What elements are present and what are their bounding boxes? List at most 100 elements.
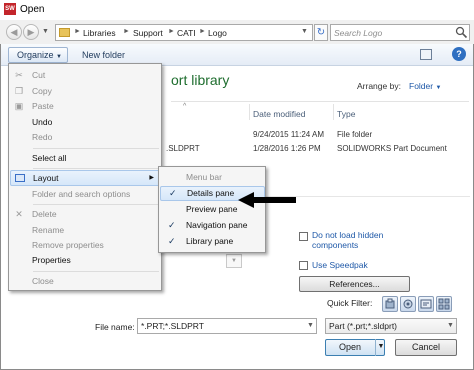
back-button[interactable]: ◀ bbox=[6, 24, 22, 40]
menu-item-label: Paste bbox=[32, 101, 54, 111]
menu-item-label: Redo bbox=[32, 132, 53, 142]
filter-drawings-icon[interactable] bbox=[418, 296, 434, 312]
chevron-down-icon: ▼ bbox=[435, 85, 442, 91]
menu-item-label: Remove properties bbox=[32, 240, 104, 250]
menu-item-select-all[interactable]: Select all bbox=[10, 150, 161, 166]
open-label: Open bbox=[338, 342, 362, 352]
column-header-type[interactable]: Type bbox=[337, 109, 355, 119]
column-header-date-modified[interactable]: Date modified bbox=[253, 109, 305, 119]
menu-item-label: Select all bbox=[32, 153, 67, 163]
search-input[interactable]: Search Logo bbox=[330, 24, 470, 41]
new-folder-button[interactable]: New folder bbox=[82, 50, 125, 60]
chevron-right-icon: ▶ bbox=[149, 175, 154, 181]
address-dropdown-icon[interactable]: ▼ bbox=[301, 28, 308, 35]
organize-button[interactable]: Organize ▼ bbox=[8, 47, 68, 63]
menu-item-cut[interactable]: ✂ Cut bbox=[10, 67, 161, 83]
search-icon[interactable] bbox=[455, 26, 468, 39]
checkmark-icon: ✓ bbox=[169, 188, 177, 198]
chevron-down-icon: ▼ bbox=[56, 54, 62, 60]
file-name-input[interactable]: *.PRT;*.SLDPRT bbox=[137, 318, 317, 334]
chevron-right-icon: ► bbox=[74, 28, 81, 35]
arrange-by-dropdown[interactable]: Folder ▼ bbox=[409, 81, 441, 91]
breadcrumb-support[interactable]: Support bbox=[133, 28, 163, 38]
display-state-dropdown[interactable]: ▼ bbox=[226, 254, 242, 268]
chevron-right-icon: ► bbox=[123, 28, 130, 35]
title-bar bbox=[0, 0, 474, 20]
menu-separator bbox=[33, 168, 159, 169]
folder-icon bbox=[59, 28, 70, 37]
open-options-dropdown[interactable]: ▼ bbox=[375, 339, 386, 356]
menu-item-undo[interactable]: Undo bbox=[10, 114, 161, 130]
menu-item-label: Copy bbox=[32, 86, 52, 96]
checkmark-icon: ✓ bbox=[168, 220, 176, 230]
address-bar[interactable]: ► Libraries ► Support ► CATI ► Logo bbox=[55, 24, 313, 41]
breadcrumb-logo[interactable]: Logo bbox=[208, 28, 227, 38]
filter-parts-icon[interactable] bbox=[382, 296, 398, 312]
file-type-select[interactable]: Part (*.prt;*.sldprt) bbox=[325, 318, 457, 334]
menu-separator bbox=[33, 204, 159, 205]
table-cell-date[interactable]: 9/24/2015 11:24 AM bbox=[253, 130, 324, 139]
cancel-button[interactable]: Cancel bbox=[395, 339, 457, 356]
menu-item-label: Properties bbox=[32, 255, 71, 265]
table-cell-name[interactable]: .SLDPRT bbox=[166, 144, 200, 153]
help-icon[interactable]: ? bbox=[452, 47, 466, 61]
cut-icon: ✂ bbox=[15, 70, 23, 80]
copy-icon: ❐ bbox=[14, 86, 24, 96]
do-not-load-hidden-checkbox[interactable] bbox=[299, 232, 308, 241]
submenu-item-label: Details pane bbox=[187, 188, 235, 198]
organize-label: Organize bbox=[17, 50, 54, 60]
use-speedpak-label[interactable]: Use Speedpak bbox=[312, 260, 368, 270]
table-cell-type[interactable]: SOLIDWORKS Part Document bbox=[337, 144, 447, 153]
chevron-right-icon: ► bbox=[168, 28, 175, 35]
use-speedpak-checkbox[interactable] bbox=[299, 261, 308, 270]
submenu-item-label: Library pane bbox=[186, 236, 234, 246]
do-not-load-hidden-label[interactable]: Do not load hidden components bbox=[312, 230, 392, 250]
menu-item-delete[interactable]: ✕ Delete bbox=[10, 206, 161, 222]
menu-item-folder-search-options[interactable]: Folder and search options bbox=[10, 186, 161, 202]
menu-item-copy[interactable]: ❐ Copy bbox=[10, 83, 161, 99]
menu-item-paste[interactable]: ▣ Paste bbox=[10, 98, 161, 114]
breadcrumb-libraries[interactable]: Libraries bbox=[83, 28, 116, 38]
menu-item-label: Close bbox=[32, 276, 54, 286]
menu-item-label: Delete bbox=[32, 209, 57, 219]
menu-item-close[interactable]: Close bbox=[10, 273, 161, 289]
submenu-item-navigation-pane[interactable]: ✓ Navigation pane bbox=[160, 218, 265, 233]
checkmark-icon: ✓ bbox=[168, 236, 176, 246]
breadcrumb-cati[interactable]: CATI bbox=[177, 28, 196, 38]
forward-button[interactable]: ▶ bbox=[23, 24, 39, 40]
change-view-icon[interactable] bbox=[420, 49, 432, 60]
menu-item-label: Rename bbox=[32, 225, 65, 235]
menu-item-label: Cut bbox=[32, 70, 46, 80]
filter-assemblies-icon[interactable] bbox=[400, 296, 416, 312]
menu-separator bbox=[33, 271, 159, 272]
menu-item-redo[interactable]: Redo bbox=[10, 129, 161, 145]
references-button[interactable]: References... bbox=[299, 276, 410, 292]
submenu-item-label: Navigation pane bbox=[186, 220, 248, 230]
table-cell-date[interactable]: 1/28/2016 1:26 PM bbox=[253, 144, 321, 153]
submenu-item-label: Preview pane bbox=[186, 204, 238, 214]
column-divider bbox=[333, 104, 334, 120]
menu-item-label: Folder and search options bbox=[32, 189, 131, 199]
table-cell-type[interactable]: File folder bbox=[337, 130, 372, 139]
filter-all-icon[interactable] bbox=[436, 296, 452, 312]
sort-arrow-icon: ^ bbox=[183, 103, 187, 110]
file-type-dropdown-icon[interactable]: ▼ bbox=[447, 322, 454, 329]
arrange-by-value: Folder bbox=[409, 81, 434, 91]
arrange-by-label: Arrange by: bbox=[357, 81, 401, 91]
menu-separator bbox=[33, 148, 159, 149]
menu-item-label: Undo bbox=[32, 117, 53, 127]
menu-item-remove-properties[interactable]: Remove properties bbox=[10, 237, 161, 253]
file-name-dropdown-icon[interactable]: ▼ bbox=[307, 322, 314, 329]
column-divider bbox=[249, 104, 250, 120]
organize-menu: ✂ Cut ❐ Copy ▣ Paste Undo Redo Select al… bbox=[8, 63, 162, 291]
menu-item-properties[interactable]: Properties bbox=[10, 252, 161, 268]
delete-icon: ✕ bbox=[15, 209, 23, 219]
menu-item-layout[interactable]: Layout ▶ bbox=[10, 170, 161, 186]
submenu-item-library-pane[interactable]: ✓ Library pane bbox=[160, 234, 265, 249]
recent-locations-dropdown[interactable]: ▼ bbox=[42, 28, 50, 36]
submenu-item-menu-bar[interactable]: Menu bar bbox=[160, 170, 265, 185]
file-name-label: File name: bbox=[95, 322, 135, 332]
refresh-button[interactable]: ↻ bbox=[314, 24, 328, 41]
menu-item-label: Layout bbox=[33, 173, 59, 183]
menu-item-rename[interactable]: Rename bbox=[10, 222, 161, 238]
